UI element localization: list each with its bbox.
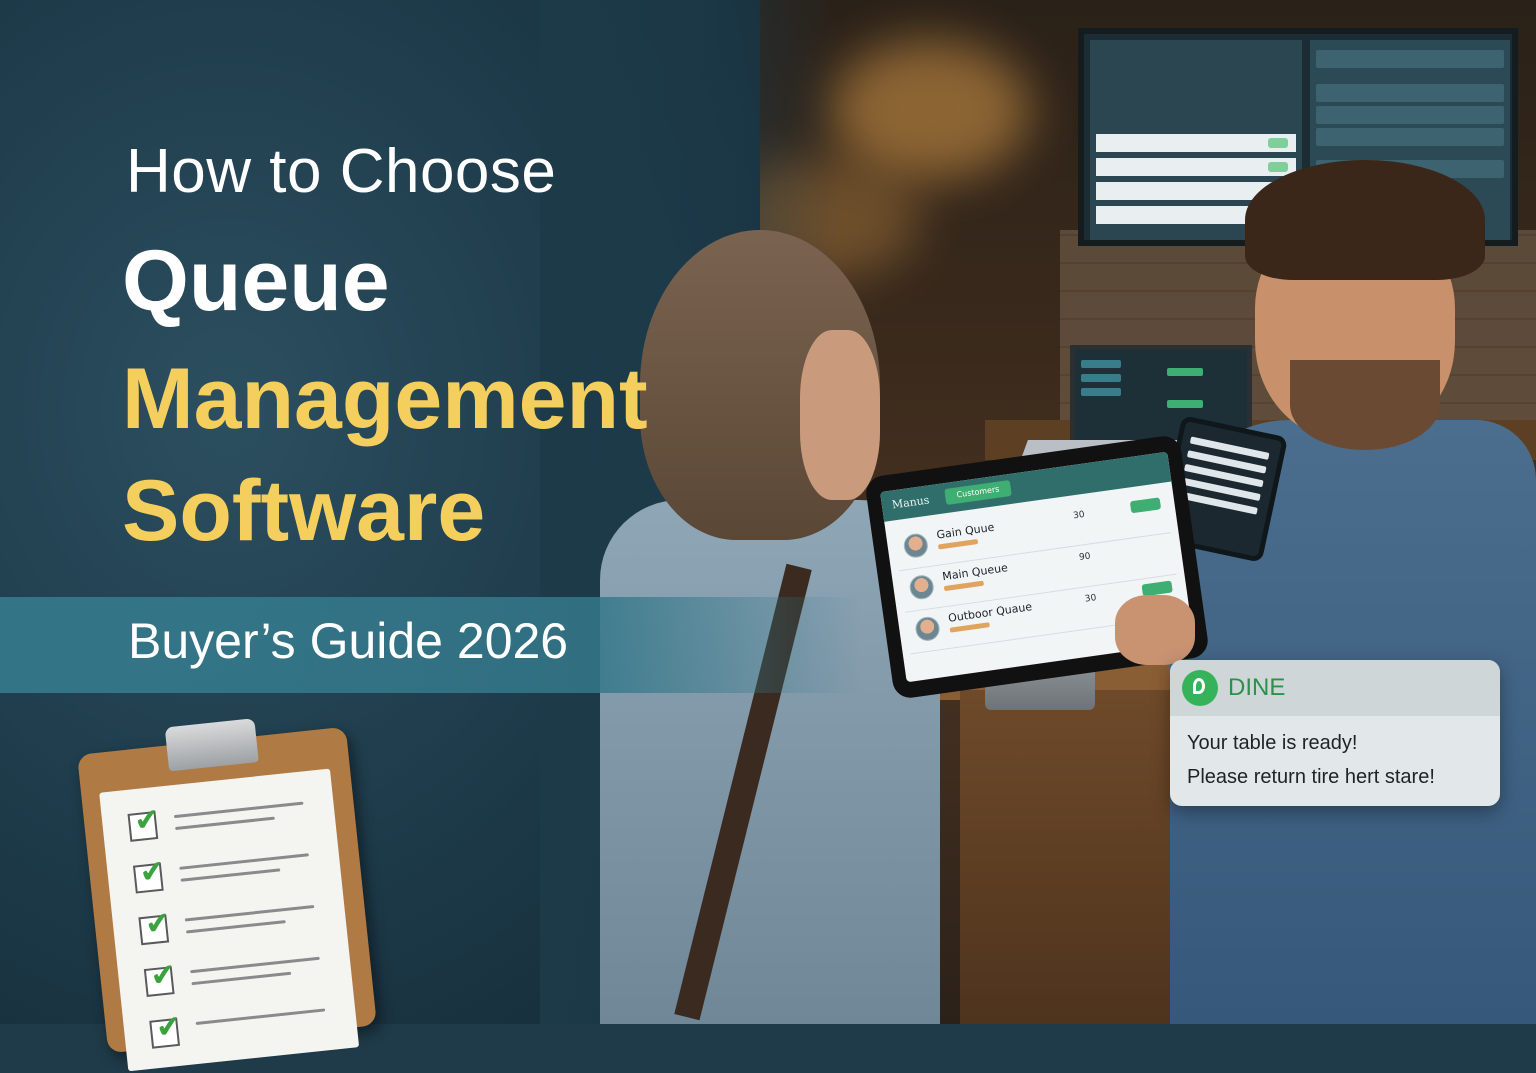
- avatar: [902, 532, 930, 560]
- woman-face: [800, 330, 880, 500]
- notification-card[interactable]: DINE Your table is ready! Please return …: [1170, 660, 1500, 806]
- wall-display-card: [1316, 84, 1504, 102]
- checkbox: ✔: [138, 905, 172, 946]
- wall-display-row: [1096, 158, 1296, 176]
- checkbox: ✔: [132, 853, 167, 894]
- checklist-line: [190, 956, 320, 974]
- checklist-line: [179, 853, 309, 870]
- wall-display-card: [1316, 106, 1504, 124]
- avatar: [908, 573, 936, 601]
- laptop-bar: [1081, 374, 1121, 382]
- checklist-line: [191, 971, 292, 986]
- queue-name: Main Queue: [941, 561, 1009, 584]
- man-beard: [1290, 360, 1440, 450]
- chat-bubble-icon: [1182, 670, 1218, 706]
- notification-header: DINE: [1170, 660, 1500, 716]
- queue-count: 30: [1072, 509, 1086, 522]
- tablet-tab-customers[interactable]: Customers: [944, 479, 1012, 505]
- checklist-line: [173, 801, 304, 819]
- checkbox: ✔: [143, 957, 178, 997]
- check-icon: ✔: [143, 905, 173, 943]
- subtitle: Buyer’s Guide 2026: [128, 613, 569, 669]
- laptop-bar: [1081, 360, 1121, 368]
- laptop-bar: [1167, 368, 1203, 376]
- queue-count: 90: [1078, 551, 1092, 563]
- ceiling-light: [830, 40, 1030, 180]
- clipboard-paper: ✔ ✔ ✔ ✔ ✔: [99, 768, 360, 1072]
- check-icon: ✔: [132, 801, 162, 840]
- notification-app-name: DINE: [1228, 674, 1286, 701]
- avatar: [913, 615, 942, 643]
- notification-message-line-1: Your table is ready!: [1187, 732, 1358, 754]
- wall-display-card: [1316, 50, 1504, 68]
- queue-name: Gain Quue: [935, 520, 996, 542]
- checklist-line: [186, 920, 286, 934]
- wall-display-card: [1316, 128, 1504, 146]
- checklist-icon: ✔ ✔ ✔ ✔ ✔: [77, 718, 377, 1072]
- checkbox: ✔: [127, 802, 161, 842]
- headline-line-2: Queue: [122, 233, 390, 329]
- notification-message-line-2: Please return tire hert stare!: [1187, 766, 1435, 788]
- checklist-line: [180, 868, 281, 882]
- headline-line-4: Software: [122, 463, 486, 559]
- checkbox: ✔: [149, 1009, 183, 1049]
- headline-line-1: How to Choose: [126, 137, 557, 206]
- clipboard-clip: [164, 718, 259, 772]
- queue-action-button[interactable]: [1129, 497, 1162, 514]
- tablet-brand: Manus: [891, 493, 931, 512]
- checklist-line: [175, 816, 275, 831]
- pointing-hand: [1115, 595, 1195, 665]
- wall-display-row: [1096, 134, 1296, 152]
- queue-count: 30: [1084, 593, 1098, 605]
- laptop-bar: [1081, 388, 1121, 396]
- check-icon: ✔: [154, 1008, 183, 1047]
- laptop-bar: [1167, 400, 1203, 408]
- check-icon: ✔: [137, 853, 167, 891]
- headline-line-3: Management: [122, 351, 648, 447]
- man-hair: [1245, 160, 1485, 280]
- check-icon: ✔: [148, 956, 178, 995]
- checklist-line: [184, 904, 315, 922]
- checklist-line: [195, 1008, 326, 1025]
